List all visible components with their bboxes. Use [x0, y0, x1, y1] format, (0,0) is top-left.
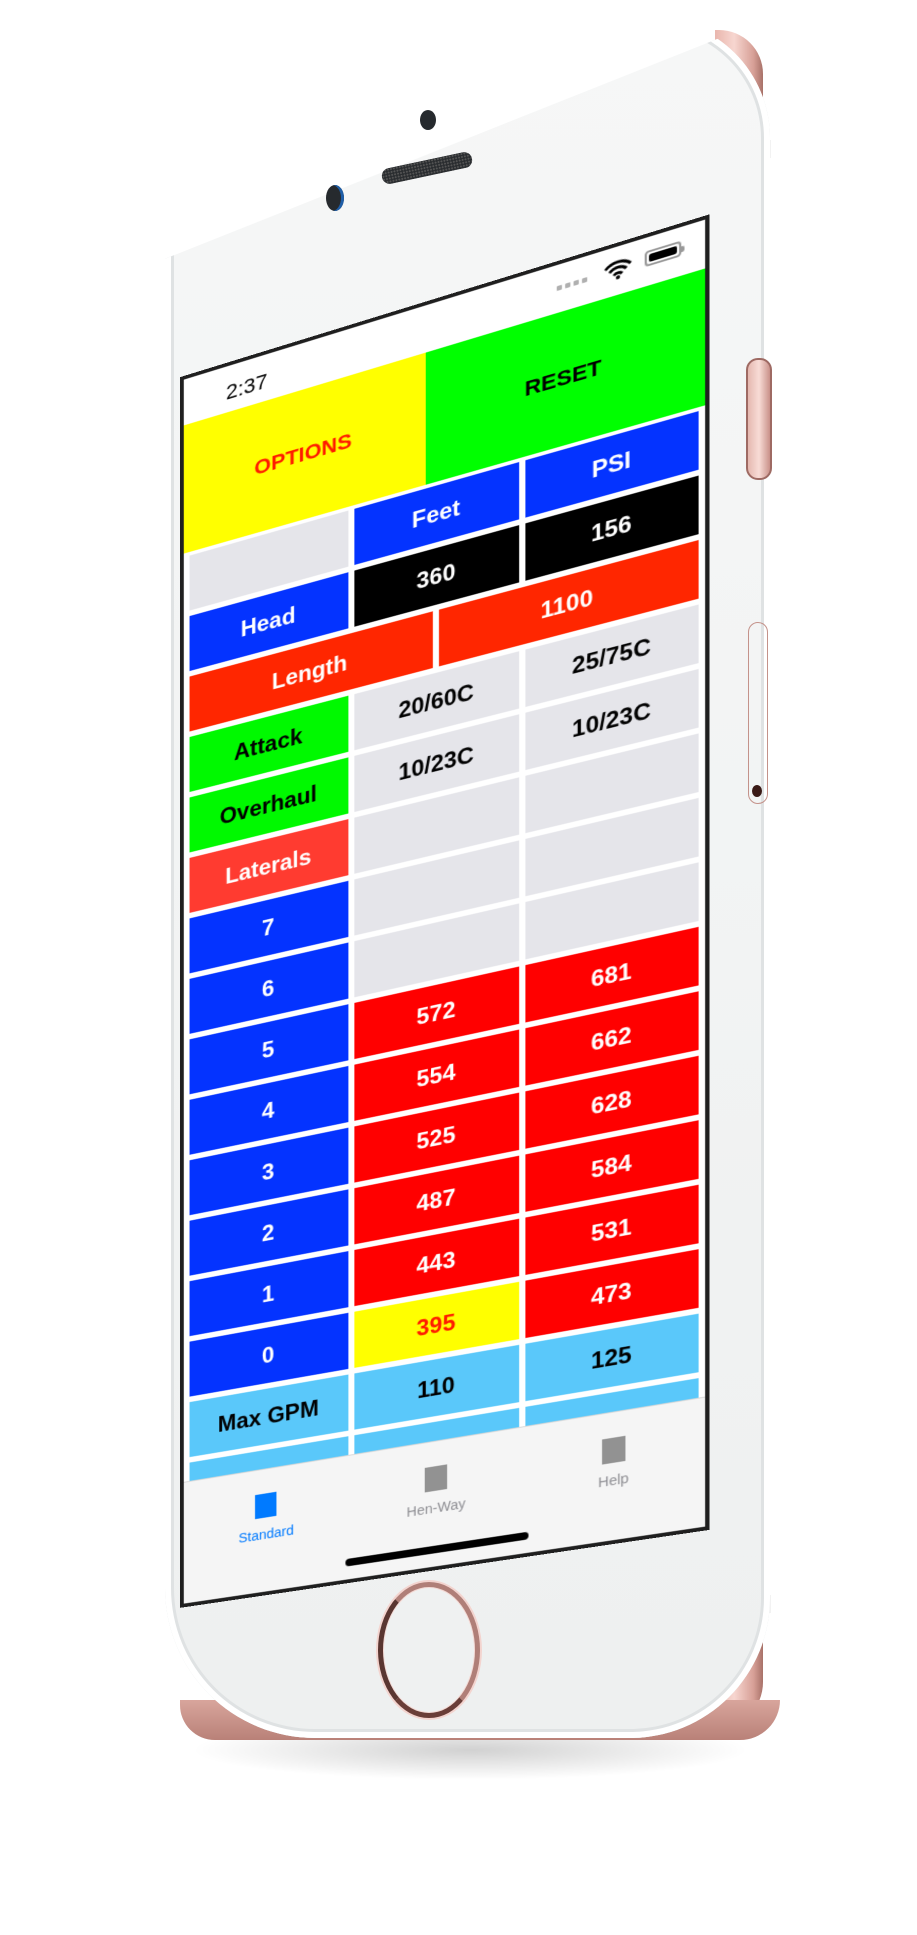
- tab-help[interactable]: Help: [524, 1398, 705, 1554]
- battery-icon: [644, 240, 682, 268]
- cellular-signal-icon: [556, 276, 588, 292]
- status-time: 2:37: [225, 368, 268, 405]
- tab-label: Hen-Way: [406, 1495, 466, 1520]
- sim-tray: [748, 622, 768, 804]
- sim-eject-hole: [752, 785, 762, 797]
- pressure-table: Feet PSI Head 360 156 Length 1100 Attack…: [189, 411, 699, 1518]
- help-tab-icon: [601, 1435, 626, 1465]
- wifi-icon: [604, 256, 632, 284]
- hen-way-tab-icon: [424, 1464, 448, 1493]
- standard-tab-icon: [255, 1491, 277, 1520]
- screen-wrapper: 2:37 OPTIONS RESET Feet PSI Head 360 156…: [180, 205, 710, 1608]
- tab-label: Standard: [238, 1522, 294, 1546]
- tab-label: Help: [598, 1470, 629, 1491]
- tab-standard[interactable]: Standard: [184, 1456, 350, 1604]
- side-power-button[interactable]: [746, 358, 772, 480]
- home-button[interactable]: [378, 1582, 480, 1718]
- front-camera-icon: [420, 110, 436, 130]
- app-screen: 2:37 OPTIONS RESET Feet PSI Head 360 156…: [180, 214, 710, 1608]
